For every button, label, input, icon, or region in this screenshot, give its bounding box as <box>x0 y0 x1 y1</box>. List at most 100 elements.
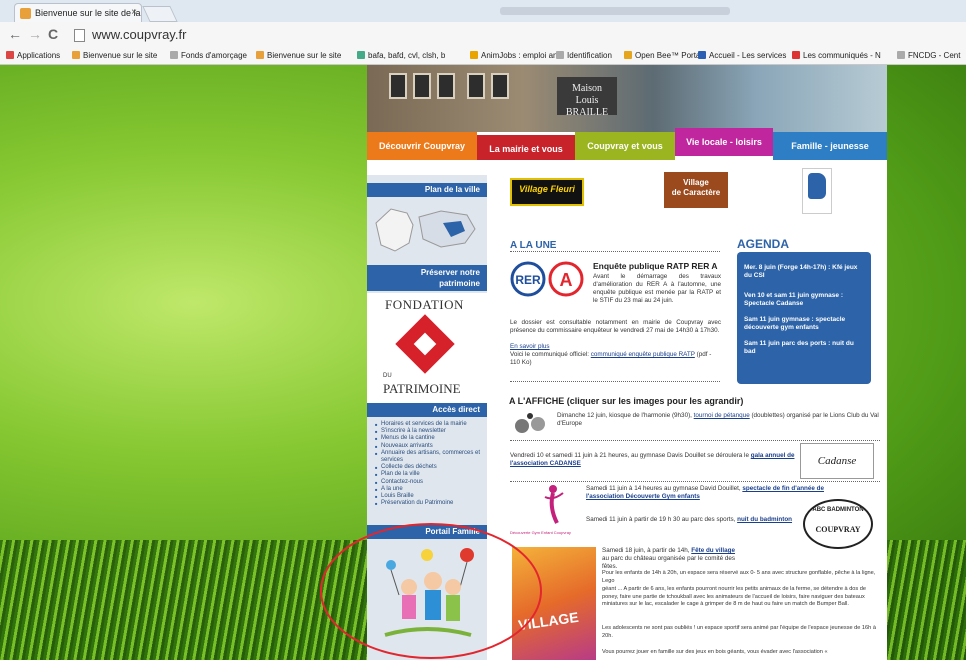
rer-letters: RER <box>515 273 541 287</box>
rer-paragraph-2: Le dossier est consultable notamment en … <box>510 319 721 334</box>
rer-a-logo[interactable]: RER A <box>510 261 590 297</box>
acces-link[interactable]: Nouveaux arrivants <box>375 443 487 450</box>
acces-link[interactable]: Annuaire des artisans, commerces et serv… <box>375 450 487 464</box>
reload-button[interactable]: C <box>48 26 58 42</box>
close-tab-icon[interactable]: × <box>131 7 137 18</box>
affiche-title: A L'AFFICHE (cliquer sur les images pour… <box>509 396 744 406</box>
agenda-item[interactable]: Mer. 8 juin (Forge 14h-17h) : Kfé jeux d… <box>744 264 864 280</box>
event-fete: Samedi 18 juin, à partir de 14h, Fête du… <box>602 547 736 570</box>
petanque-icon[interactable] <box>510 410 550 436</box>
france-map-icon[interactable] <box>371 203 483 255</box>
communique-link[interactable]: communiqué enquête publique RATP <box>591 351 695 358</box>
bookmark-item[interactable]: Accueil - Les services <box>698 51 786 60</box>
sidebar-plan-title[interactable]: Plan de la ville <box>367 183 487 197</box>
grass-left <box>0 540 367 660</box>
banner-window <box>467 73 485 99</box>
braille-house-sign: Maison Louis BRAILLE <box>557 77 617 118</box>
fete-paragraph-5: Vous pourrez jouer en famille sur des je… <box>602 649 828 655</box>
bookmark-item[interactable]: Bienvenue sur le site <box>256 51 341 60</box>
flag-icon <box>698 51 706 59</box>
fondation-patrimoine-logo[interactable]: FONDATION DU PATRIMOINE <box>367 293 487 403</box>
favicon-icon <box>170 51 178 59</box>
acces-link[interactable]: Horaires et services de la mairie <box>375 421 487 428</box>
favicon-icon <box>470 51 478 59</box>
department-map-logo[interactable] <box>802 168 832 214</box>
acces-link[interactable]: Collecte des déchets <box>375 464 487 471</box>
acces-link[interactable]: Préservation du Patrimoine <box>375 500 487 507</box>
grass-right <box>887 540 966 660</box>
menu-vie-locale[interactable]: Vie locale - loisirs <box>675 128 773 156</box>
badminton-club-logo[interactable]: ABC BADMINTON COUPVRAY <box>803 499 873 549</box>
rer-paragraph-3: Voici le communiqué officiel: communiqué… <box>510 351 712 366</box>
event-petanque: Dimanche 12 juin, kiosque de l'harmonie … <box>557 412 879 427</box>
banner-window <box>389 73 407 99</box>
blurred-titlebar-text <box>500 7 730 15</box>
favicon-icon <box>256 51 264 59</box>
divider <box>510 251 720 253</box>
fete-paragraph-2: Pour les enfants de 14h à 20h, un espace… <box>602 570 876 584</box>
fete-paragraph-3: géant ... A partir de 6 ans, les enfants… <box>602 586 866 608</box>
divider <box>510 440 880 442</box>
gym-logo-text: Découverte Gym Enfant Coupvray <box>510 530 571 535</box>
agenda-item[interactable]: Ven 10 et sam 11 juin gymnase : Spectacl… <box>744 292 864 308</box>
fete-paragraph-4: Les adolescents ne sont pas oubliés ! un… <box>602 625 876 639</box>
bookmark-item[interactable]: FNCDG - Cent <box>897 51 960 60</box>
red-annotation-circle <box>320 523 542 659</box>
rer-line-letter: A <box>560 270 573 290</box>
menu-coupvray[interactable]: Coupvray et vous <box>575 132 675 160</box>
cadanse-logo[interactable]: Cadanse <box>800 443 874 479</box>
savoir-plus-link[interactable]: En savoir plus <box>510 343 550 351</box>
page-icon <box>556 51 564 59</box>
bookmark-item[interactable]: bafa, bafd, cvl, clsh, b <box>357 51 445 60</box>
bookmark-item[interactable]: Bienvenue sur le site <box>72 51 157 60</box>
fete-link[interactable]: Fête du village <box>691 547 735 554</box>
fondation-diamond-icon <box>395 314 455 374</box>
village-fleuri-logo[interactable]: Village Fleuri <box>510 178 584 206</box>
new-tab-button[interactable] <box>142 6 178 22</box>
page-icon <box>74 29 85 42</box>
agenda-item[interactable]: Sam 11 juin gymnase : spectacle découver… <box>744 316 864 332</box>
alaune-title: A LA UNE <box>510 240 557 251</box>
main-menu: Découvrir Coupvray La mairie et vous Cou… <box>367 128 887 160</box>
favicon-icon <box>792 51 800 59</box>
url-text: www.coupvray.fr <box>92 27 187 42</box>
favicon-icon <box>624 51 632 59</box>
rer-heading: Enquête publique RATP RER A <box>593 261 718 271</box>
sidebar-patrimoine-title[interactable]: Préserver notre patrimoine <box>367 265 487 291</box>
bookmark-item[interactable]: Les communiqués - N <box>792 51 881 60</box>
acces-link[interactable]: Plan de la ville <box>375 471 487 478</box>
favicon-icon <box>72 51 80 59</box>
agenda-item[interactable]: Sam 11 juin parc des ports : nuit du bad <box>744 340 864 356</box>
acces-link[interactable]: Contactez-nous <box>375 479 487 486</box>
acces-link[interactable]: Menus de la cantine <box>375 435 487 442</box>
acces-link[interactable]: Louis Braille <box>375 493 487 500</box>
browser-tab[interactable]: Bienvenue sur le site de la × <box>14 3 142 22</box>
site-favicon-icon <box>20 8 31 19</box>
village-caractere-logo[interactable]: Village de Caractère <box>664 172 728 208</box>
badminton-link[interactable]: nuit du badminton <box>737 516 792 523</box>
divider <box>510 381 720 383</box>
petanque-link[interactable]: tournoi de pétanque <box>694 412 750 419</box>
menu-mairie[interactable]: La mairie et vous <box>477 135 575 160</box>
bookmark-applications[interactable]: Applications <box>6 51 60 60</box>
event-badminton: Samedi 11 juin à partir de 19 h 30 au pa… <box>586 516 793 523</box>
event-gym: Samedi 11 juin à 14 heures au gymnase Da… <box>586 485 824 500</box>
bookmark-item[interactable]: Open Bee™ Portal <box>624 51 702 60</box>
forward-button[interactable]: → <box>28 26 42 42</box>
menu-decouvrir[interactable]: Découvrir Coupvray <box>367 132 477 160</box>
page-icon <box>897 51 905 59</box>
gym-figure-icon[interactable] <box>535 483 575 529</box>
back-button[interactable]: ← <box>8 26 22 42</box>
rer-paragraph-1: Avant le démarrage des travaux d'amélior… <box>593 273 721 304</box>
address-bar[interactable]: www.coupvray.fr <box>68 26 958 44</box>
menu-famille[interactable]: Famille - jeunesse <box>773 132 887 160</box>
department-map-icon <box>808 173 826 199</box>
sidebar-acces-title: Accès direct <box>367 403 487 417</box>
browser-nav-bar: ← → C www.coupvray.fr <box>0 22 966 48</box>
acces-link[interactable]: S'inscrire à la newsletter <box>375 428 487 435</box>
event-cadanse: Vendredi 10 et samedi 11 juin à 21 heure… <box>510 452 795 467</box>
acces-link[interactable]: A la une <box>375 486 487 493</box>
bookmark-item[interactable]: Fonds d'amorçage <box>170 51 247 60</box>
bookmark-item[interactable]: AnimJobs : emploi ani <box>470 51 559 60</box>
bookmark-item[interactable]: Identification <box>556 51 612 60</box>
